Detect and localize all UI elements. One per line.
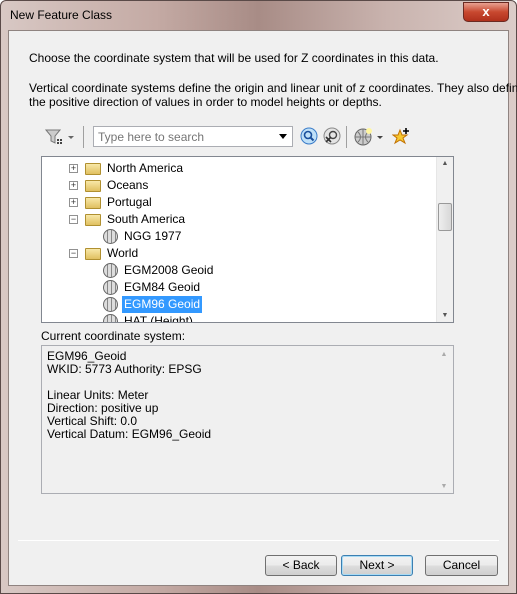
back-button[interactable]: < Back: [265, 555, 337, 576]
add-coordinate-system-button[interactable]: [354, 127, 388, 147]
tree-scrollbar[interactable]: ▲ ▼: [436, 157, 453, 322]
toolbar-separator: [346, 126, 347, 148]
expand-icon[interactable]: +: [69, 181, 78, 190]
tree-item[interactable]: + North America: [42, 160, 437, 177]
clear-search-button[interactable]: [323, 127, 341, 148]
scroll-up-arrow[interactable]: ▲: [437, 160, 453, 167]
footer-divider: [18, 540, 499, 541]
detail-line: Vertical Shift: 0.0: [47, 414, 138, 428]
coordinate-system-tree[interactable]: HAT (Height) EGM96 Geoid EGM84 Geoid EGM200…: [41, 156, 454, 323]
tree-item-label: EGM84 Geoid: [124, 280, 201, 294]
detail-line: Vertical Datum: EGM96_Geoid: [47, 427, 212, 441]
search-box[interactable]: [93, 126, 293, 147]
tree-item[interactable]: − South America: [42, 211, 437, 228]
toolbar-separator: [83, 126, 84, 148]
detail-line: WKID: 5773 Authority: EPSG: [47, 362, 202, 376]
tree-item-label: North America: [107, 161, 184, 175]
globe-icon: [103, 297, 118, 312]
globe-icon: [103, 229, 118, 244]
tree-item-label: EGM96 Geoid: [122, 296, 203, 313]
tree-item[interactable]: NGG 1977: [42, 228, 437, 245]
favorite-add-icon: [391, 128, 409, 145]
search-button[interactable]: [300, 127, 318, 148]
globe-icon: [103, 280, 118, 295]
tree-item[interactable]: + Oceans: [42, 177, 437, 194]
current-system-label: Current coordinate system:: [41, 329, 186, 343]
description-line-1: Vertical coordinate systems define the o…: [29, 81, 517, 95]
tree-item-label: EGM2008 Geoid: [124, 263, 214, 277]
filter-button[interactable]: [44, 127, 76, 147]
folder-icon: [85, 197, 101, 209]
folder-icon: [85, 163, 101, 175]
tree-item-label: Oceans: [107, 178, 149, 192]
scroll-down-arrow[interactable]: ▼: [436, 483, 452, 490]
search-icon: [300, 127, 318, 145]
next-button[interactable]: Next >: [341, 555, 413, 576]
globe-icon: [103, 314, 118, 322]
intro-text: Choose the coordinate system that will b…: [29, 51, 439, 65]
expand-icon[interactable]: +: [69, 164, 78, 173]
description-line-2: the positive direction of values in orde…: [29, 95, 382, 109]
scroll-down-arrow[interactable]: ▼: [437, 312, 453, 319]
folder-open-icon: [85, 248, 101, 260]
detail-line: EGM96_Geoid: [47, 349, 127, 363]
scroll-thumb[interactable]: [438, 203, 452, 231]
tree-item[interactable]: EGM84 Geoid: [42, 279, 437, 296]
filter-icon: [44, 129, 74, 144]
search-input[interactable]: [94, 127, 269, 146]
folder-icon: [85, 180, 101, 192]
close-button[interactable]: x: [463, 2, 509, 22]
folder-open-icon: [85, 214, 101, 226]
chevron-down-icon[interactable]: [279, 134, 287, 139]
expand-icon[interactable]: +: [69, 198, 78, 207]
tree-item[interactable]: HAT (Height): [42, 313, 437, 323]
tree-item[interactable]: + Portugal: [42, 194, 437, 211]
tree-item-label: NGG 1977: [124, 229, 182, 243]
detail-line: Direction: positive up: [47, 401, 159, 415]
tree-item[interactable]: − World: [42, 245, 437, 262]
scroll-up-arrow[interactable]: ▲: [436, 351, 452, 358]
tree-item-label: South America: [107, 212, 186, 226]
collapse-icon[interactable]: −: [69, 249, 78, 258]
tree-item[interactable]: EGM2008 Geoid: [42, 262, 437, 279]
window-title: New Feature Class: [10, 8, 113, 22]
detail-line: Linear Units: Meter: [47, 388, 149, 402]
tree-item[interactable]: EGM96 Geoid: [42, 296, 437, 313]
collapse-icon[interactable]: −: [69, 215, 78, 224]
add-favorite-button[interactable]: [391, 127, 410, 148]
details-scrollbar[interactable]: ▲ ▼: [436, 346, 453, 493]
cancel-button[interactable]: Cancel: [425, 555, 498, 576]
tree-item-label: HAT (Height): [124, 314, 193, 323]
tree-item-label: Portugal: [107, 195, 152, 209]
current-system-details: ▲ ▼ EGM96_Geoid WKID: 5773 Authority: EPS…: [41, 345, 454, 494]
globe-add-icon: [354, 128, 383, 146]
clear-search-icon: [323, 127, 341, 145]
globe-icon: [103, 263, 118, 278]
tree-item-label: World: [107, 246, 139, 260]
